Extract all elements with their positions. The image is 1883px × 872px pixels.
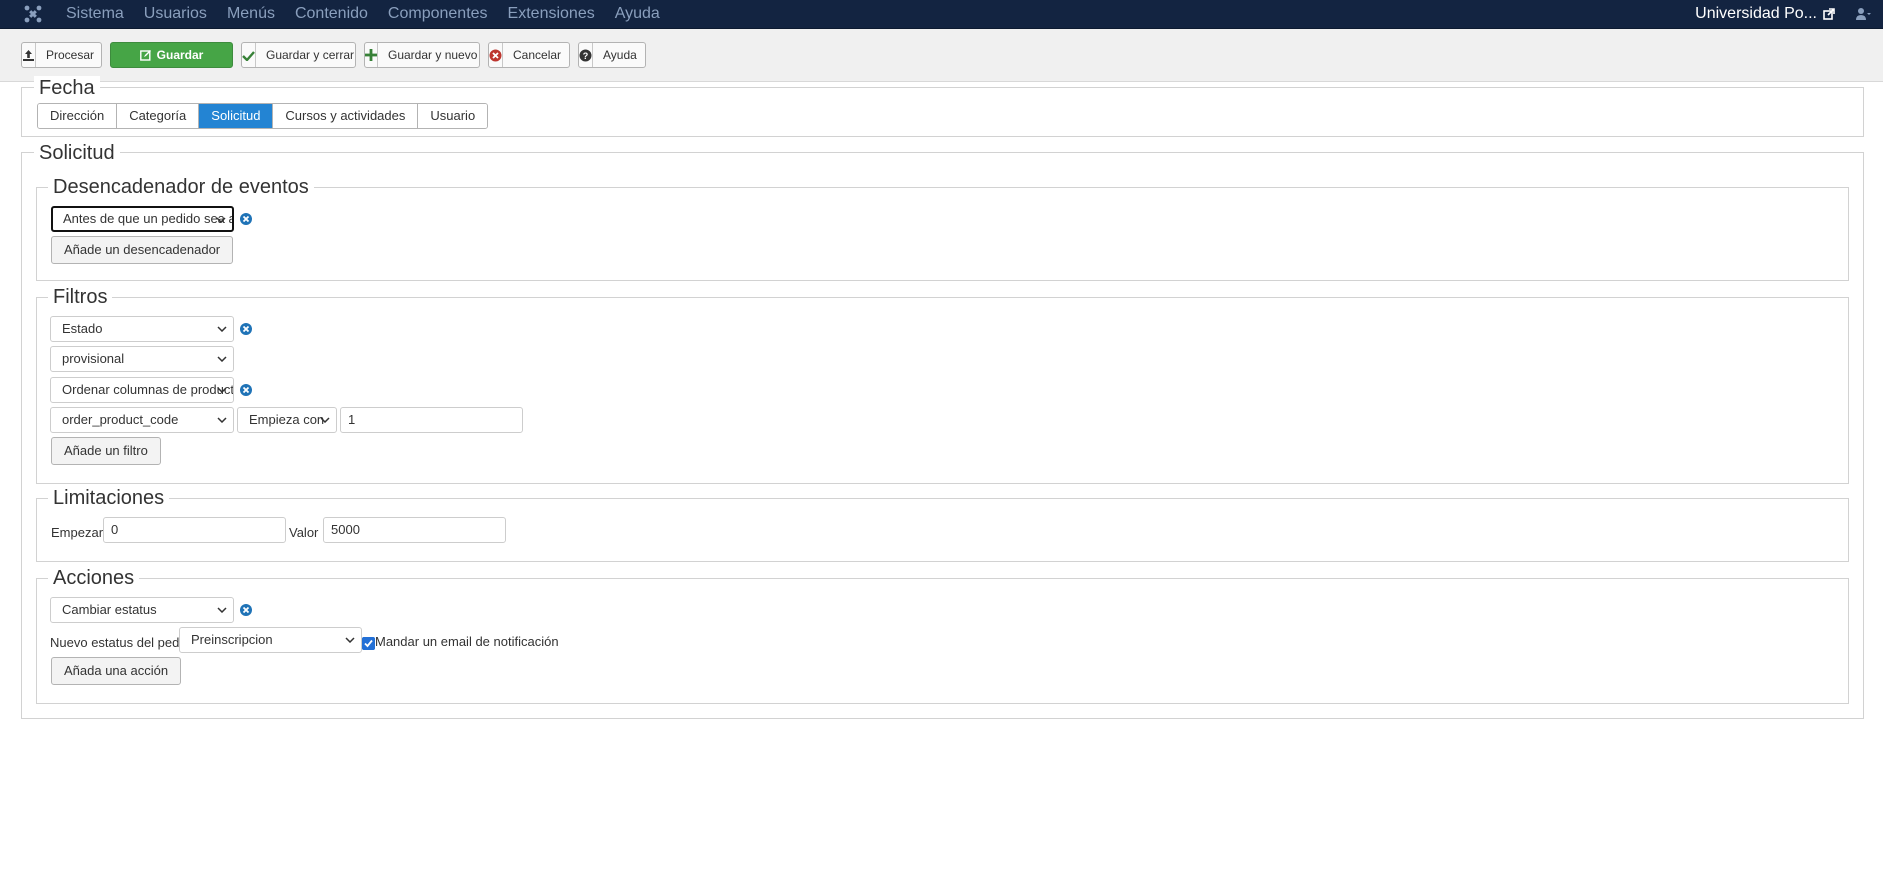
- menu-componentes[interactable]: Componentes: [388, 0, 488, 28]
- menu-extensiones[interactable]: Extensiones: [508, 0, 595, 28]
- site-name-link[interactable]: Universidad Po...: [1695, 0, 1817, 28]
- trigger-select[interactable]: Antes de que un pedido sea actualizado: [51, 206, 234, 232]
- filter-type-select[interactable]: Estado: [50, 316, 234, 342]
- value-input[interactable]: 5000: [323, 517, 506, 543]
- menu-contenido[interactable]: Contenido: [295, 0, 368, 28]
- chevron-down-icon: [216, 217, 226, 223]
- guardar-button[interactable]: Guardar: [110, 42, 233, 68]
- top-navbar: Sistema Usuarios Menús Contenido Compone…: [0, 0, 1883, 29]
- chevron-down-icon: [320, 417, 330, 423]
- guardar-y-nuevo-button[interactable]: Guardar y nuevo: [364, 42, 480, 68]
- check-icon: [242, 43, 256, 67]
- tab-cursos[interactable]: Cursos y actividades: [273, 104, 419, 128]
- remove-filter-icon[interactable]: [239, 383, 253, 397]
- tab-direccion[interactable]: Dirección: [38, 104, 118, 128]
- chevron-down-icon: [217, 356, 227, 362]
- remove-action-icon[interactable]: [239, 603, 253, 617]
- procesar-button[interactable]: Procesar: [21, 42, 102, 68]
- plus-icon: [365, 43, 378, 67]
- trigger-legend: Desencadenador de eventos: [48, 175, 314, 199]
- cancelar-button[interactable]: Cancelar: [488, 42, 570, 68]
- question-icon: ?: [579, 43, 593, 67]
- notify-label: Mandar un email de notificación: [375, 634, 559, 649]
- chevron-down-icon: [217, 417, 227, 423]
- toolbar: Procesar Guardar Guardar y cerrar Guarda…: [0, 29, 1883, 82]
- tab-categoria[interactable]: Categoría: [117, 104, 200, 128]
- main-menu: Sistema Usuarios Menús Contenido Compone…: [66, 0, 680, 28]
- chevron-down-icon: [217, 387, 227, 393]
- menu-usuarios[interactable]: Usuarios: [144, 0, 207, 28]
- filter-operator-select[interactable]: Empieza con: [237, 407, 337, 433]
- remove-filter-icon[interactable]: [239, 322, 253, 336]
- tab-bar: Dirección Categoría Solicitud Cursos y a…: [37, 103, 489, 129]
- filter-status-select[interactable]: provisional: [50, 346, 234, 372]
- edit-icon: [139, 50, 151, 61]
- tab-solicitud[interactable]: Solicitud: [199, 104, 274, 128]
- trigger-fieldset: [36, 187, 1849, 281]
- notify-checkbox[interactable]: [362, 637, 375, 650]
- value-label: Valor :: [289, 525, 326, 540]
- fecha-legend: Fecha: [34, 76, 100, 100]
- chevron-down-icon: [345, 637, 355, 643]
- order-status-label: Nuevo estatus del pedido:: [50, 635, 201, 650]
- remove-trigger-icon[interactable]: [239, 212, 253, 226]
- joomla-logo-icon[interactable]: [24, 5, 42, 23]
- filters-legend: Filtros: [48, 285, 113, 309]
- solicitud-legend: Solicitud: [34, 141, 120, 165]
- external-link-icon[interactable]: [1823, 8, 1835, 20]
- add-filter-button[interactable]: Añade un filtro: [51, 437, 161, 465]
- chevron-down-icon: [217, 607, 227, 613]
- chevron-down-icon: [217, 326, 227, 332]
- guardar-y-cerrar-button[interactable]: Guardar y cerrar: [241, 42, 356, 68]
- start-label: Empezar :: [51, 525, 111, 540]
- limits-legend: Limitaciones: [48, 486, 170, 510]
- ayuda-button[interactable]: ? Ayuda: [578, 42, 646, 68]
- filters-fieldset: [36, 297, 1849, 484]
- filter-value-input[interactable]: 1: [340, 407, 523, 433]
- cancel-icon: [489, 43, 503, 67]
- menu-menus[interactable]: Menús: [227, 0, 275, 28]
- actions-legend: Acciones: [48, 566, 140, 590]
- svg-text:?: ?: [583, 51, 589, 61]
- filter-type-select-2[interactable]: Ordenar columnas de productos: [50, 377, 234, 403]
- start-input[interactable]: 0: [103, 517, 286, 543]
- order-status-select[interactable]: Preinscripcion: [179, 627, 362, 653]
- menu-sistema[interactable]: Sistema: [66, 0, 124, 28]
- upload-icon: [22, 43, 36, 67]
- action-type-select[interactable]: Cambiar estatus: [50, 597, 234, 623]
- menu-ayuda[interactable]: Ayuda: [615, 0, 660, 28]
- add-action-button[interactable]: Añada una acción: [51, 657, 182, 685]
- user-icon[interactable]: [1855, 6, 1871, 22]
- add-trigger-button[interactable]: Añade un desencadenador: [51, 236, 234, 264]
- filter-column-select[interactable]: order_product_code: [50, 407, 234, 433]
- tab-usuario[interactable]: Usuario: [418, 104, 488, 128]
